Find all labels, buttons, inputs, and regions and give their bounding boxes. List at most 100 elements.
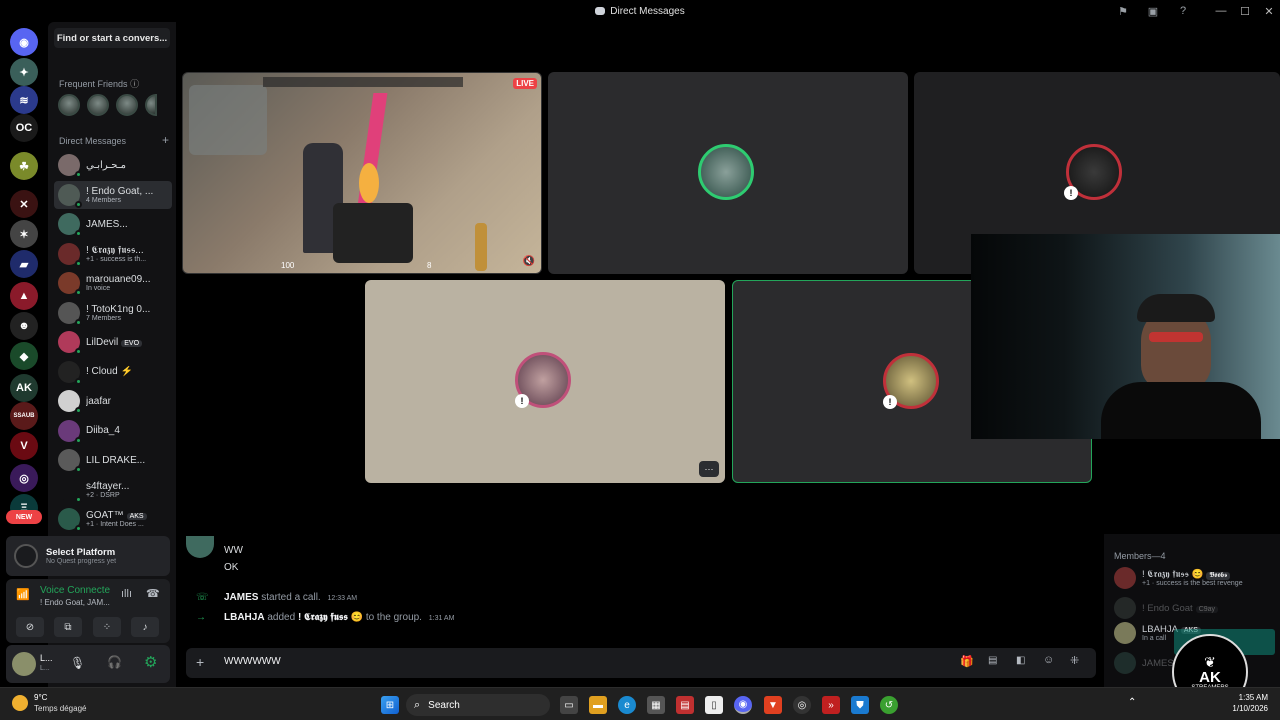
dm-item[interactable]: LIL DRAKE...	[54, 446, 172, 474]
member-name: ! 𝕮𝖗𝖆𝖟𝖞 𝖋𝖚𝖘𝖘 😊 𝕭𝖔𝖔𝖇𝖘	[1142, 569, 1243, 580]
app-icon[interactable]: »	[822, 696, 840, 714]
dm-item[interactable]: LilDevil EVO	[54, 328, 172, 356]
help-icon[interactable]: ?	[1174, 3, 1192, 19]
server-icon[interactable]: ✦	[10, 58, 38, 86]
new-badge: NEW	[6, 510, 42, 524]
server-icon[interactable]: ▰	[10, 250, 38, 278]
status-dot	[75, 289, 82, 296]
soundboard-button[interactable]: ♪	[131, 617, 159, 637]
store-icon[interactable]: ▦	[647, 696, 665, 714]
server-icon[interactable]: ✕	[10, 190, 38, 218]
file-explorer-icon[interactable]: ▬	[589, 696, 607, 714]
message-text: started a call.	[261, 592, 321, 603]
member-avatar	[1114, 622, 1136, 644]
member-item[interactable]: ! 𝕮𝖗𝖆𝖟𝖞 𝖋𝖚𝖘𝖘 😊 𝕭𝖔𝖔𝖇𝖘 +1 · success is the b…	[1114, 566, 1274, 590]
taskbar-search[interactable]: ⌕ Search	[406, 694, 550, 716]
sticker-icon[interactable]: ◧	[1016, 655, 1025, 666]
search-icon: ⌕	[414, 698, 421, 711]
weather-temp[interactable]: 9°C	[34, 693, 47, 702]
search-input[interactable]: Find or start a convers...	[54, 28, 170, 48]
member-item[interactable]: ! Endo Goat C9ay	[1114, 596, 1274, 620]
voice-status: Voice Connecte	[40, 585, 111, 596]
screen-share-button[interactable]: ⧉	[54, 617, 82, 637]
emoji-icon[interactable]: ☺	[1043, 654, 1054, 666]
weather-desc[interactable]: Temps dégagé	[34, 704, 86, 713]
avatar	[58, 419, 82, 444]
maximize-button[interactable]: ☐	[1232, 0, 1258, 22]
dm-item[interactable]: s4ftayer... +2 · DSRP	[54, 476, 172, 504]
video-off-button[interactable]: ⊘	[16, 617, 44, 637]
server-icon[interactable]: ◉	[10, 28, 38, 56]
friend-avatar[interactable]	[116, 94, 138, 116]
apps-icon[interactable]: ⁜	[1070, 654, 1079, 667]
friend-avatar[interactable]	[87, 94, 109, 116]
message-avatar[interactable]	[186, 536, 214, 558]
add-dm-icon[interactable]: +	[162, 134, 169, 146]
friend-avatar[interactable]	[145, 94, 157, 116]
server-icon[interactable]: ▲	[10, 282, 38, 310]
message-target[interactable]: ! 𝕮𝖗𝖆𝖟𝖞 𝖋𝖚𝖘𝖘 😊	[298, 612, 363, 623]
server-icon[interactable]: OC	[10, 114, 38, 142]
server-icon[interactable]: SSAUB	[10, 402, 38, 430]
disconnect-icon[interactable]: ☎	[146, 587, 160, 600]
message-author[interactable]: JAMES	[224, 592, 258, 603]
server-icon[interactable]: ☻	[10, 312, 38, 340]
clock-time[interactable]: 1:35 AM	[1230, 693, 1268, 702]
gif-icon[interactable]: ▤	[988, 655, 997, 666]
server-icon[interactable]: AK	[10, 374, 38, 402]
voice-channel[interactable]: ! Endo Goat, JAM...	[40, 598, 110, 607]
quest-panel[interactable]: Select Platform No Quest progress yet	[6, 536, 170, 576]
edge-icon[interactable]: e	[618, 696, 636, 714]
message-author[interactable]: LBAHJA	[224, 612, 265, 623]
notepad-icon[interactable]: ▯	[705, 696, 723, 714]
volume-mute-icon[interactable]: 🔇	[523, 256, 535, 267]
server-icon[interactable]: ☘	[10, 152, 38, 180]
participant-tile[interactable]	[548, 72, 908, 274]
inbox-icon[interactable]: ⚑	[1114, 3, 1132, 19]
server-icon[interactable]: ✶	[10, 220, 38, 248]
dm-item[interactable]: GOAT™ AKS +1 · Intent Does ...	[54, 505, 172, 533]
friend-avatar[interactable]	[58, 94, 80, 116]
dm-item[interactable]: marouane09... In voice	[54, 269, 172, 297]
activities-button[interactable]: ⁘	[93, 617, 121, 637]
screen-icon[interactable]: ▣	[1144, 3, 1162, 19]
participant-tile[interactable]: ! ···	[365, 280, 725, 483]
dm-item[interactable]: ! Endo Goat, ... 4 Members	[54, 180, 172, 209]
settings-icon[interactable]: ⚙	[144, 653, 157, 671]
security-icon[interactable]: ⛊	[851, 696, 869, 714]
attach-plus-icon[interactable]: +	[196, 654, 204, 670]
more-options-button[interactable]: ···	[699, 461, 719, 477]
microphone-icon[interactable]: 🎙	[70, 656, 85, 670]
stream-tile[interactable]: LIVE 100 8 🔇	[182, 72, 542, 274]
pillar	[475, 223, 487, 271]
app-icon[interactable]: ▤	[676, 696, 694, 714]
dm-item[interactable]: ! TotoK1ng 0... 7 Members	[54, 299, 172, 327]
avatar	[58, 272, 82, 296]
dm-item[interactable]: jaafar	[54, 387, 172, 415]
app-icon[interactable]: ↺	[880, 696, 898, 714]
tray-chevron-icon[interactable]: ⌃	[1128, 697, 1136, 708]
noise-suppression-icon[interactable]: ıllı	[121, 588, 132, 600]
headphones-icon[interactable]: 🎧	[107, 655, 122, 669]
dm-item[interactable]: JAMES...	[54, 210, 172, 238]
user-avatar[interactable]	[12, 652, 36, 676]
server-icon[interactable]: ◆	[10, 342, 38, 370]
server-icon[interactable]: ≋	[10, 86, 38, 114]
windows-start-icon[interactable]: ⊞	[381, 696, 399, 714]
server-icon[interactable]: V	[10, 432, 38, 460]
member-avatar	[1114, 597, 1136, 619]
dm-item[interactable]: ! Cloud ⚡	[54, 358, 172, 386]
brave-icon[interactable]: ▼	[764, 696, 782, 714]
obs-icon[interactable]: ◎	[793, 696, 811, 714]
dm-item[interactable]: مـحـرابـي	[54, 151, 172, 179]
server-icon[interactable]: ◎	[10, 464, 38, 492]
minimize-button[interactable]: —	[1208, 0, 1234, 22]
close-button[interactable]: ✕	[1256, 0, 1280, 22]
discord-taskbar-icon[interactable]: ◉	[734, 696, 752, 714]
dm-item[interactable]: ! 𝕮𝖗𝖆𝖟𝖞 𝖋𝖚𝖘𝖘... +1 · success is th...	[54, 240, 172, 268]
clock-date[interactable]: 1/10/2026	[1220, 704, 1268, 713]
dm-item[interactable]: Diiba_4	[54, 417, 172, 445]
gift-icon[interactable]: 🎁	[960, 655, 974, 668]
task-view-icon[interactable]: ▭	[560, 696, 578, 714]
message-input[interactable]: WWWWWW	[224, 656, 281, 667]
